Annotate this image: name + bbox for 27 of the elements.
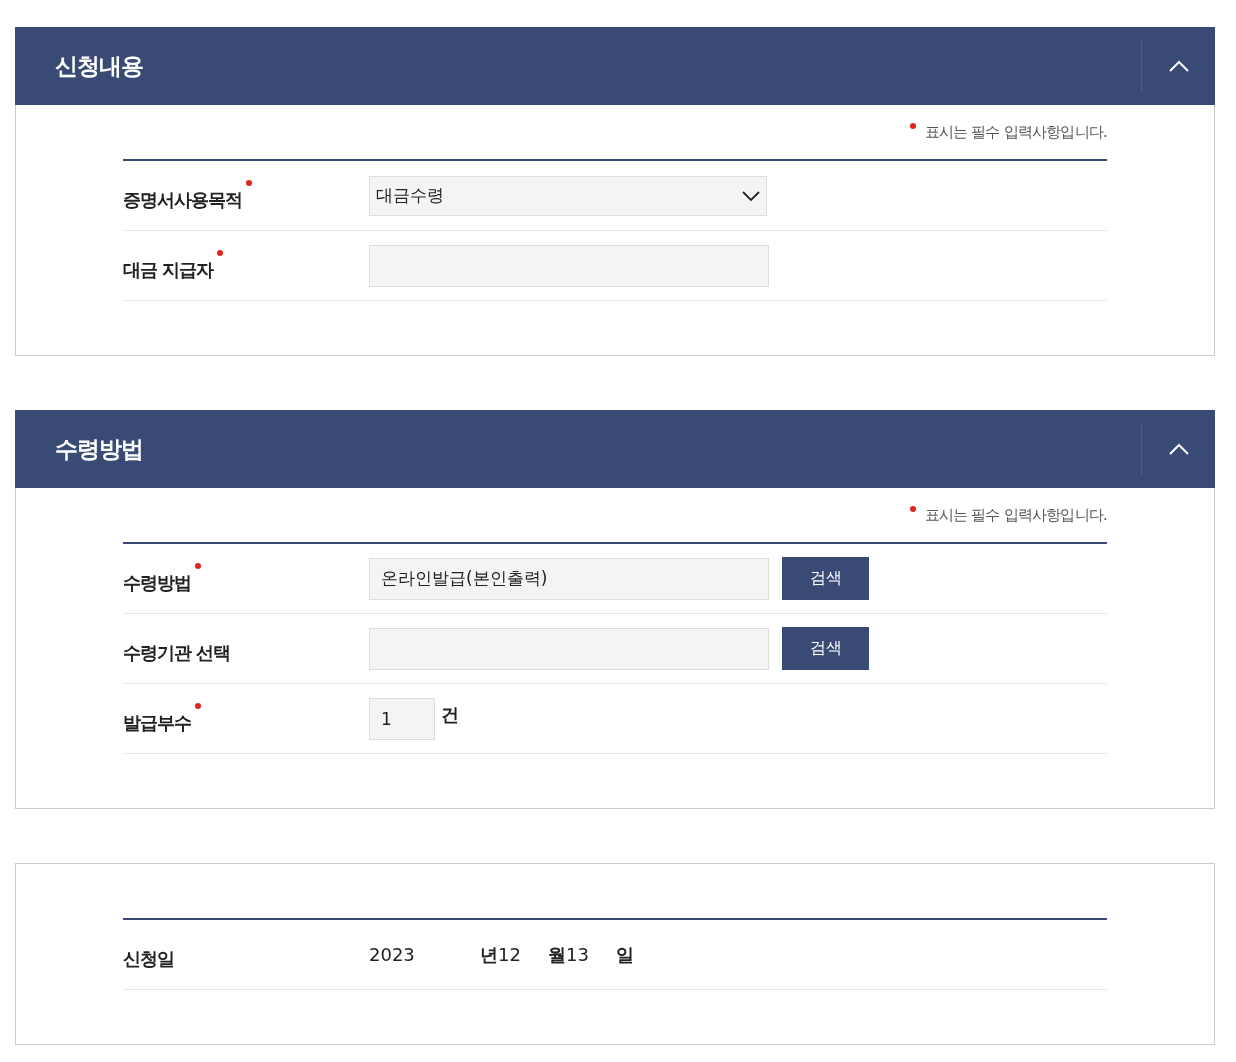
section-title: 수령방법 (55, 434, 143, 464)
unit-label: 건 (441, 702, 459, 727)
chevron-down-icon (742, 190, 760, 201)
chevron-up-icon (1168, 60, 1189, 72)
chevron-up-icon (1168, 443, 1189, 455)
required-note: 표시는 필수 입력사항입니다. (909, 122, 1107, 142)
input-field[interactable]: 온라인발급(본인출력) (369, 557, 769, 600)
select-field[interactable]: 대금수령 (369, 175, 767, 216)
search-button[interactable]: 검색 (782, 557, 869, 600)
field-label: 증명서사용목적 (123, 187, 242, 212)
input-field[interactable] (369, 244, 769, 287)
date-value: 12 (498, 944, 522, 965)
search-button[interactable]: 검색 (782, 627, 869, 670)
count-field[interactable]: 1 (369, 697, 435, 740)
date-value: 13 (566, 944, 590, 965)
field-label: 신청일 (123, 946, 174, 971)
input-field[interactable] (369, 627, 769, 670)
date-value: 2023 (369, 944, 416, 965)
field-label: 대금 지급자 (123, 257, 214, 282)
required-note: 표시는 필수 입력사항입니다. (909, 505, 1107, 525)
section-title: 신청내용 (55, 51, 143, 81)
field-label: 수령기관 선택 (123, 640, 231, 665)
field-label: 수령방법 (123, 570, 191, 595)
date-unit: 년 (480, 942, 498, 967)
date-unit: 일 (616, 942, 634, 967)
date-unit: 월 (548, 942, 566, 967)
field-label: 발급부수 (123, 710, 191, 735)
